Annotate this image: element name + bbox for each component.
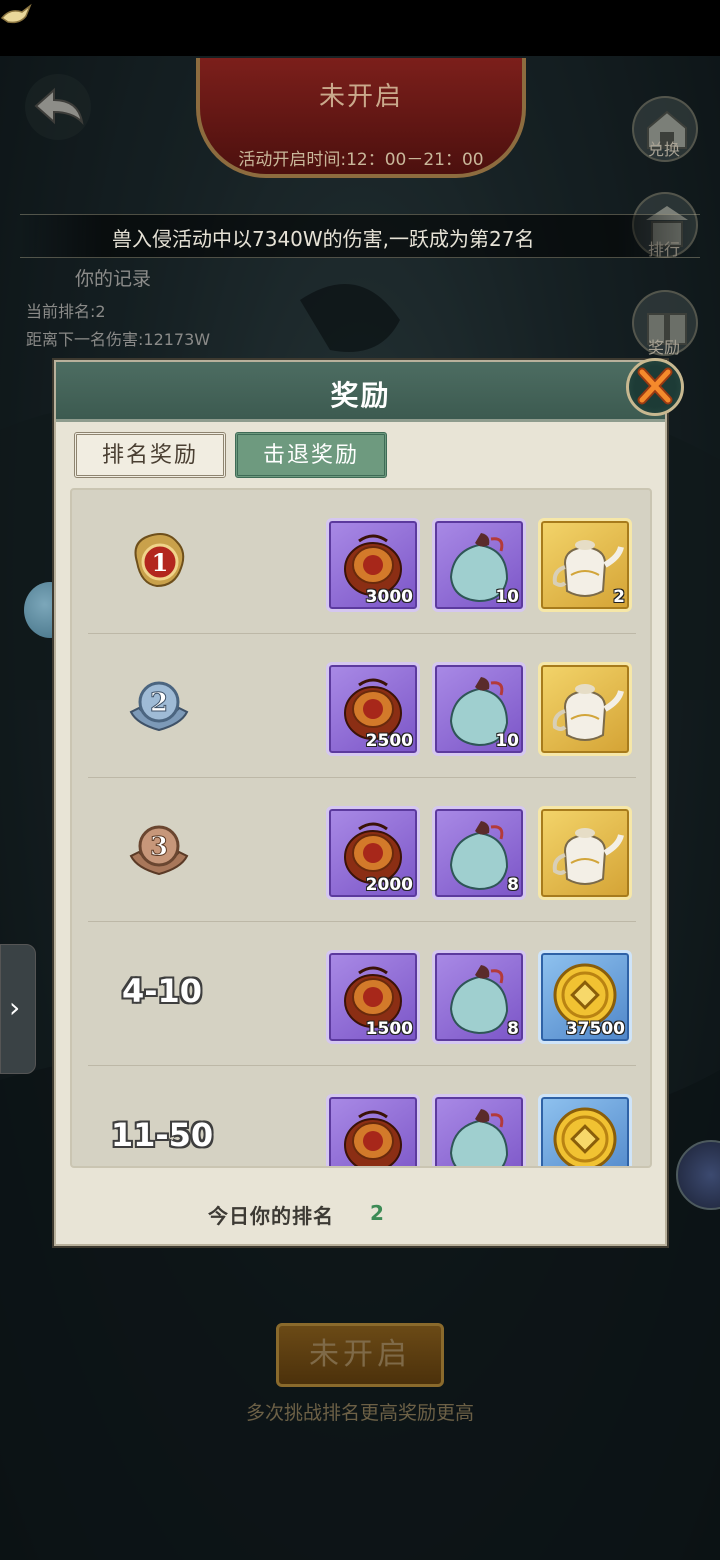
my-rank-label: 今日你的排名 bbox=[208, 1204, 334, 1228]
chevron-right-icon: › bbox=[9, 991, 21, 1024]
reward-item[interactable]: 3000 bbox=[326, 518, 420, 612]
list-item: 1 3000 10 2 bbox=[72, 490, 650, 634]
rank-range-label: 11-50 bbox=[110, 1116, 214, 1154]
exchange-label: 兑换 bbox=[647, 140, 680, 159]
rank-1-badge-number: 1 bbox=[152, 548, 169, 577]
reward-item[interactable] bbox=[538, 662, 632, 756]
reward-item[interactable] bbox=[432, 1094, 526, 1166]
next-rank-gap-text: 距离下一名伤害:12173W bbox=[26, 330, 211, 349]
reward-item[interactable]: 8 bbox=[432, 806, 526, 900]
item-quantity: 1500 bbox=[365, 1019, 413, 1039]
back-arrow-icon bbox=[25, 74, 91, 140]
list-item: 4-10 1500 8 37500 bbox=[72, 922, 650, 1066]
treasure-pouch-icon bbox=[344, 1110, 402, 1166]
list-item: 11-50 bbox=[72, 1066, 650, 1166]
item-quantity: 3000 bbox=[365, 587, 413, 607]
challenge-tip: 多次挑战排名更高奖励更高 bbox=[245, 1402, 474, 1424]
back-button[interactable] bbox=[16, 72, 100, 142]
broadcast-text: 兽入侵活动中以7340W的伤害,一跃成为第27名 bbox=[112, 227, 535, 251]
my-rank-value: 2 bbox=[370, 1201, 384, 1225]
list-item: 3 2000 8 bbox=[72, 778, 650, 922]
rank-range-label: 4-10 bbox=[121, 972, 203, 1010]
reward-label: 奖励 bbox=[647, 338, 680, 357]
reward-item[interactable] bbox=[538, 1094, 632, 1166]
reward-item[interactable]: 2500 bbox=[326, 662, 420, 756]
reward-item[interactable]: 2 bbox=[538, 518, 632, 612]
reward-item[interactable]: 2000 bbox=[326, 806, 420, 900]
record-title: 你的记录 bbox=[75, 268, 152, 290]
close-icon bbox=[637, 367, 673, 405]
event-status-title: 未开启 bbox=[318, 82, 403, 112]
item-quantity: 10 bbox=[495, 731, 519, 751]
item-quantity: 8 bbox=[507, 875, 519, 895]
reward-list[interactable]: 1 3000 10 2 2 2500 10 3 2000 8 4-10 1500… bbox=[70, 488, 652, 1168]
reward-item[interactable] bbox=[538, 806, 632, 900]
item-quantity: 2 bbox=[613, 587, 625, 607]
side-drawer-toggle[interactable]: › bbox=[0, 944, 36, 1074]
item-quantity: 8 bbox=[507, 1019, 519, 1039]
reward-item[interactable]: 10 bbox=[432, 518, 526, 612]
rank-2-silver-badge-icon: 2 bbox=[129, 681, 189, 732]
jade-bag-icon bbox=[449, 1109, 509, 1166]
rank-3-badge-number: 3 bbox=[150, 832, 168, 862]
reward-item[interactable]: 10 bbox=[432, 662, 526, 756]
oil-lamp-icon bbox=[0, 3, 32, 24]
porcelain-teapot-icon bbox=[552, 684, 624, 741]
reward-item[interactable]: 37500 bbox=[538, 950, 632, 1044]
porcelain-teapot-icon bbox=[552, 828, 624, 885]
item-quantity: 2000 bbox=[365, 875, 413, 895]
gold-coin-icon bbox=[553, 1107, 617, 1166]
item-quantity: 2500 bbox=[365, 731, 413, 751]
rank-1-dragon-badge-icon: 1 bbox=[134, 533, 185, 588]
reward-dialog: 奖励 排名奖励 击退奖励 1 3000 10 2 2 2500 10 3 200… bbox=[54, 358, 684, 1246]
rank-2-badge-number: 2 bbox=[150, 688, 168, 718]
list-item: 2 2500 10 bbox=[72, 634, 650, 778]
tab-repel-reward[interactable]: 击退奖励 bbox=[235, 432, 387, 478]
item-quantity: 37500 bbox=[565, 1019, 625, 1039]
dialog-title: 奖励 bbox=[330, 379, 391, 412]
reward-item[interactable]: 1500 bbox=[326, 950, 420, 1044]
event-open-time: 活动开启时间:12：00－21：00 bbox=[238, 150, 484, 170]
challenge-button[interactable]: 未开启 bbox=[276, 1323, 444, 1387]
dialog-header: 奖励 bbox=[56, 362, 665, 422]
rank-3-bronze-badge-icon: 3 bbox=[129, 825, 189, 876]
reward-item[interactable] bbox=[326, 1094, 420, 1166]
current-rank-text: 当前排名:2 bbox=[26, 302, 106, 321]
item-quantity: 10 bbox=[495, 587, 519, 607]
close-button[interactable] bbox=[626, 358, 684, 416]
reward-item[interactable]: 8 bbox=[432, 950, 526, 1044]
tab-rank-reward[interactable]: 排名奖励 bbox=[74, 432, 226, 478]
